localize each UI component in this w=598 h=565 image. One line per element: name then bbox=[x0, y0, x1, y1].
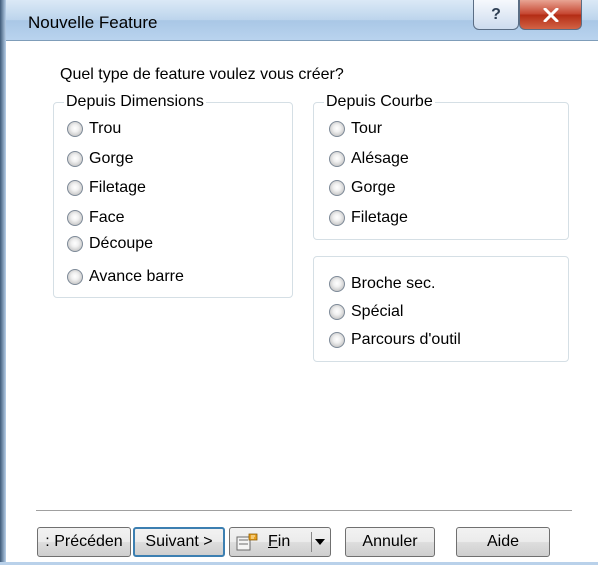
radio-tour[interactable]: Tour bbox=[329, 120, 382, 138]
radio-label: Spécial bbox=[351, 303, 404, 320]
window-frame-left bbox=[0, 0, 6, 565]
help-button[interactable]: Aide bbox=[456, 527, 550, 557]
previous-button[interactable]: : Précéden bbox=[37, 527, 131, 557]
finish-split-button[interactable]: Fin bbox=[229, 527, 331, 557]
next-label: Suivant > bbox=[145, 533, 213, 550]
finish-icon bbox=[236, 533, 258, 551]
radio-label: Gorge bbox=[89, 150, 134, 167]
radio-avance-barre[interactable]: Avance barre bbox=[67, 268, 184, 286]
title-bar[interactable]: Nouvelle Feature ? bbox=[6, 0, 598, 41]
radio-button[interactable] bbox=[329, 304, 345, 320]
new-feature-dialog: Nouvelle Feature ? Quel type de feature … bbox=[0, 0, 598, 565]
radio-label: Parcours d'outil bbox=[351, 331, 461, 348]
radio-label: Gorge bbox=[351, 179, 396, 196]
radio-label: Tour bbox=[351, 120, 383, 137]
radio-gorge-courbe[interactable]: Gorge bbox=[329, 179, 395, 197]
radio-special[interactable]: Spécial bbox=[329, 303, 403, 321]
radio-button[interactable] bbox=[329, 210, 345, 226]
radio-button[interactable] bbox=[67, 180, 83, 196]
close-button[interactable] bbox=[519, 0, 582, 30]
window-title: Nouvelle Feature bbox=[28, 13, 158, 32]
chevron-down-icon[interactable] bbox=[315, 539, 325, 545]
question-icon: ? bbox=[491, 5, 501, 23]
finish-rest: in bbox=[277, 533, 291, 550]
radio-button[interactable] bbox=[67, 269, 83, 285]
radio-button[interactable] bbox=[329, 332, 345, 348]
radio-label: Filetage bbox=[89, 179, 146, 196]
group-title-courbe: Depuis Courbe bbox=[324, 93, 435, 111]
close-icon bbox=[543, 7, 558, 22]
question-label: Quel type de feature voulez vous créer? bbox=[60, 66, 344, 83]
radio-decoupe[interactable]: Découpe bbox=[67, 235, 153, 253]
help-label: Aide bbox=[486, 533, 520, 550]
radio-face[interactable]: Face bbox=[67, 209, 125, 227]
radio-broche-sec[interactable]: Broche sec. bbox=[329, 275, 435, 293]
finish-accel: F bbox=[268, 533, 278, 550]
radio-label: Avance barre bbox=[89, 268, 184, 285]
group-title-dimensions: Depuis Dimensions bbox=[64, 93, 206, 111]
radio-button[interactable] bbox=[67, 236, 83, 252]
radio-button[interactable] bbox=[67, 121, 83, 137]
radio-button[interactable] bbox=[329, 180, 345, 196]
radio-label: Trou bbox=[89, 120, 122, 137]
radio-alesage[interactable]: Alésage bbox=[329, 150, 409, 168]
radio-button[interactable] bbox=[67, 151, 83, 167]
radio-trou[interactable]: Trou bbox=[67, 120, 121, 138]
button-separator bbox=[36, 510, 572, 512]
finish-label: Fin bbox=[268, 533, 290, 551]
previous-label: : Précéden bbox=[45, 533, 123, 550]
radio-label: Alésage bbox=[351, 150, 409, 167]
cancel-button[interactable]: Annuler bbox=[345, 527, 435, 557]
next-button[interactable]: Suivant > bbox=[133, 527, 225, 557]
radio-parcours-outil[interactable]: Parcours d'outil bbox=[329, 331, 461, 349]
radio-button[interactable] bbox=[329, 151, 345, 167]
radio-label: Face bbox=[89, 209, 125, 226]
radio-gorge-dim[interactable]: Gorge bbox=[67, 150, 133, 168]
radio-filetage-courbe[interactable]: Filetage bbox=[329, 209, 408, 227]
radio-filetage-dim[interactable]: Filetage bbox=[67, 179, 146, 197]
radio-button[interactable] bbox=[329, 121, 345, 137]
radio-button[interactable] bbox=[67, 210, 83, 226]
cancel-label: Annuler bbox=[362, 533, 418, 550]
radio-button[interactable] bbox=[329, 276, 345, 292]
radio-label: Broche sec. bbox=[351, 275, 436, 292]
radio-label: Filetage bbox=[351, 209, 408, 226]
radio-label: Découpe bbox=[89, 235, 154, 252]
help-title-button[interactable]: ? bbox=[473, 0, 519, 30]
split-divider bbox=[311, 532, 312, 552]
